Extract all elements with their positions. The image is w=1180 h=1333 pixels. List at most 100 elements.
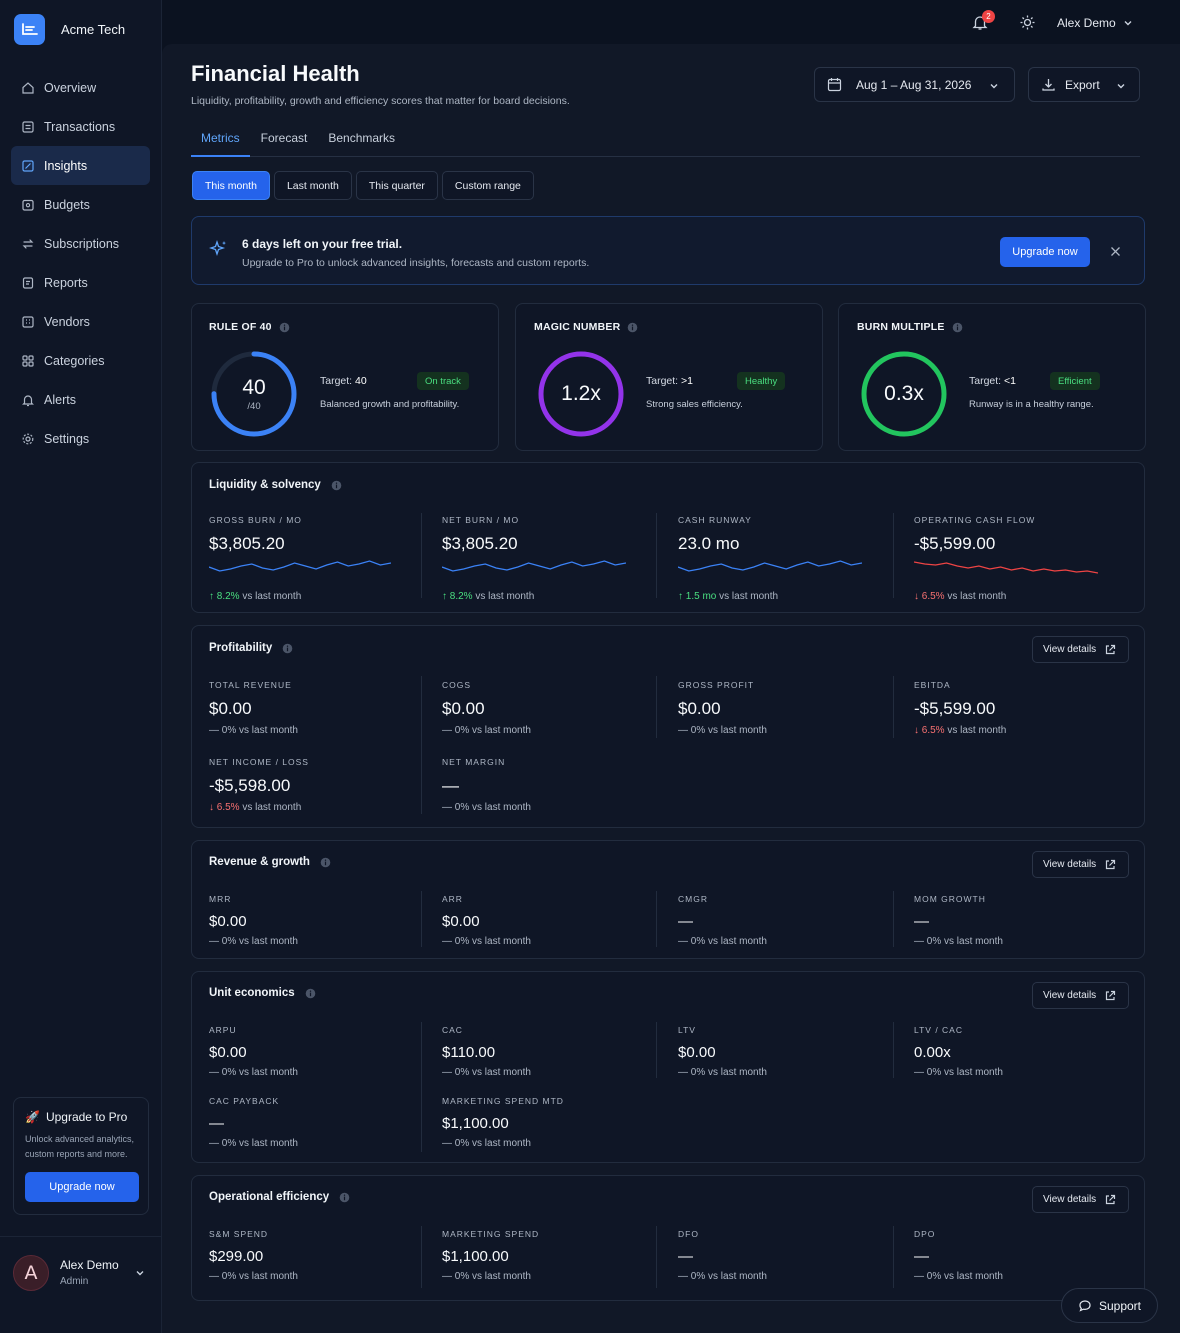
upgrade-desc: Unlock advanced analytics, custom report… — [25, 1132, 137, 1162]
metric-value: — — [678, 1248, 693, 1265]
range-custom[interactable]: Custom range — [441, 171, 534, 200]
chevron-down-icon[interactable] — [134, 1267, 146, 1279]
range-this-quarter[interactable]: This quarter — [355, 171, 438, 200]
info-icon[interactable] — [279, 322, 290, 333]
theme-toggle-icon[interactable] — [1019, 14, 1036, 31]
chevron-down-icon[interactable] — [1122, 17, 1134, 29]
delta-suffix: vs last month — [472, 1138, 531, 1149]
topbar-user-name[interactable]: Alex Demo — [1057, 16, 1116, 30]
view-details-button[interactable]: View details — [1032, 851, 1129, 878]
info-icon[interactable] — [282, 643, 293, 654]
tab-metrics[interactable]: Metrics — [191, 128, 250, 157]
delta-number: 0% — [221, 725, 237, 736]
delta-number: 0% — [926, 936, 942, 947]
score-sub: /40 — [247, 401, 261, 412]
upgrade-desc-line: Unlock advanced analytics, — [25, 1134, 135, 1144]
gear-icon — [22, 433, 34, 444]
tab-forecast[interactable]: Forecast — [251, 128, 318, 157]
close-icon[interactable] — [1110, 246, 1121, 257]
metric-delta: ↑ 1.5 mo vs last month — [678, 591, 778, 602]
range-last-month[interactable]: Last month — [273, 171, 352, 200]
metric-delta: — 0% vs last month — [678, 1271, 767, 1282]
arrow-down-icon: ↓ — [914, 725, 922, 736]
sidebar-item-label: Subscriptions — [44, 236, 120, 251]
delta-suffix: vs last month — [472, 802, 531, 813]
metric-value: — — [209, 1115, 224, 1132]
sidebar-item-categories[interactable]: Categories — [11, 341, 150, 380]
trial-upgrade-button[interactable]: Upgrade now — [1000, 237, 1090, 267]
sidebar-item-label: Overview — [44, 80, 97, 95]
delta-suffix: vs last month — [239, 936, 298, 947]
download-icon — [1042, 79, 1055, 91]
user-block[interactable]: A Alex Demo Admin — [0, 1236, 161, 1333]
info-icon[interactable] — [305, 988, 316, 999]
metric-value: — — [442, 776, 459, 795]
metric-cac: CAC $110.00 — 0% vs last month — [442, 1025, 531, 1078]
section-title: Profitability — [209, 642, 293, 654]
divider — [421, 676, 422, 814]
support-button[interactable]: Support — [1061, 1288, 1158, 1323]
section-profitability: Profitability View details TOTAL REVENUE… — [191, 625, 1145, 828]
metric-marketing-spend: MARKETING SPEND $1,100.00 — 0% vs last m… — [442, 1229, 539, 1282]
status-badge: On track — [417, 372, 469, 390]
dash-icon: — — [678, 1271, 691, 1282]
tab-benchmarks[interactable]: Benchmarks — [318, 128, 405, 157]
score-target: Target: 40 — [320, 375, 367, 387]
metric-value: $3,805.20 — [209, 534, 285, 553]
view-details-button[interactable]: View details — [1032, 636, 1129, 663]
target-value: 40 — [355, 375, 367, 387]
score-value: 0.3x — [884, 382, 924, 405]
tab-bar: Metrics Forecast Benchmarks — [191, 128, 1140, 157]
view-details-button[interactable]: View details — [1032, 1186, 1129, 1213]
delta-number: 0% — [690, 936, 706, 947]
score-title: RULE OF 40 — [209, 321, 272, 333]
sidebar-upgrade-button[interactable]: Upgrade now — [25, 1172, 139, 1202]
delta-suffix: vs last month — [944, 1067, 1003, 1078]
metric-delta: — 0% vs last month — [914, 936, 1003, 947]
info-icon[interactable] — [952, 322, 963, 333]
avatar[interactable]: A — [13, 1255, 49, 1291]
brand[interactable]: Acme Tech — [14, 14, 125, 45]
score-desc: Balanced growth and profitability. — [320, 399, 460, 410]
support-label: Support — [1098, 1298, 1142, 1313]
arrow-down-icon: ↓ — [914, 591, 922, 602]
external-link-icon — [1104, 1194, 1116, 1206]
sidebar-item-subscriptions[interactable]: Subscriptions — [11, 224, 150, 263]
delta-suffix: vs last month — [239, 1138, 298, 1149]
sidebar-item-alerts[interactable]: Alerts — [11, 380, 150, 419]
info-icon[interactable] — [320, 857, 331, 868]
status-badge: Efficient — [1050, 372, 1100, 390]
external-link-icon — [1104, 644, 1116, 656]
view-details-label: View details — [1043, 1194, 1097, 1205]
sidebar-item-transactions[interactable]: Transactions — [11, 107, 150, 146]
view-details-button[interactable]: View details — [1032, 982, 1129, 1009]
sidebar-item-settings[interactable]: Settings — [11, 419, 150, 458]
delta-suffix: vs last month — [708, 1067, 767, 1078]
sidebar-item-overview[interactable]: Overview — [11, 68, 150, 107]
info-icon[interactable] — [331, 480, 342, 491]
date-range-picker[interactable]: Aug 1 – Aug 31, 2026 — [814, 67, 1015, 102]
sidebar-item-insights[interactable]: Insights — [11, 146, 150, 185]
range-this-month[interactable]: This month — [192, 171, 270, 200]
delta-value: ↑ 1.5 mo — [678, 591, 716, 602]
divider — [421, 513, 422, 598]
delta-number: 0% — [454, 725, 470, 736]
metric-gross-burn: GROSS BURN / MO $3,805.20 — [209, 515, 302, 554]
metric-label: GROSS PROFIT — [678, 680, 755, 690]
metric-value: -$5,599.00 — [914, 534, 996, 553]
chat-icon — [1079, 1299, 1091, 1312]
metric-value: -$5,598.00 — [209, 776, 291, 795]
sidebar-item-vendors[interactable]: Vendors — [11, 302, 150, 341]
delta-number: 6.5% — [921, 725, 945, 736]
sidebar-item-budgets[interactable]: Budgets — [11, 185, 150, 224]
sidebar-item-reports[interactable]: Reports — [11, 263, 150, 302]
section-title-text: Unit economics — [209, 987, 295, 999]
metric-value: — — [678, 913, 693, 930]
metric-value: $0.00 — [442, 699, 485, 718]
dash-icon: — — [209, 1271, 222, 1282]
metric-label: ARR — [442, 894, 463, 904]
delta-suffix: vs last month — [708, 725, 767, 736]
info-icon[interactable] — [627, 322, 638, 333]
export-button[interactable]: Export — [1028, 67, 1140, 102]
info-icon[interactable] — [339, 1192, 350, 1203]
